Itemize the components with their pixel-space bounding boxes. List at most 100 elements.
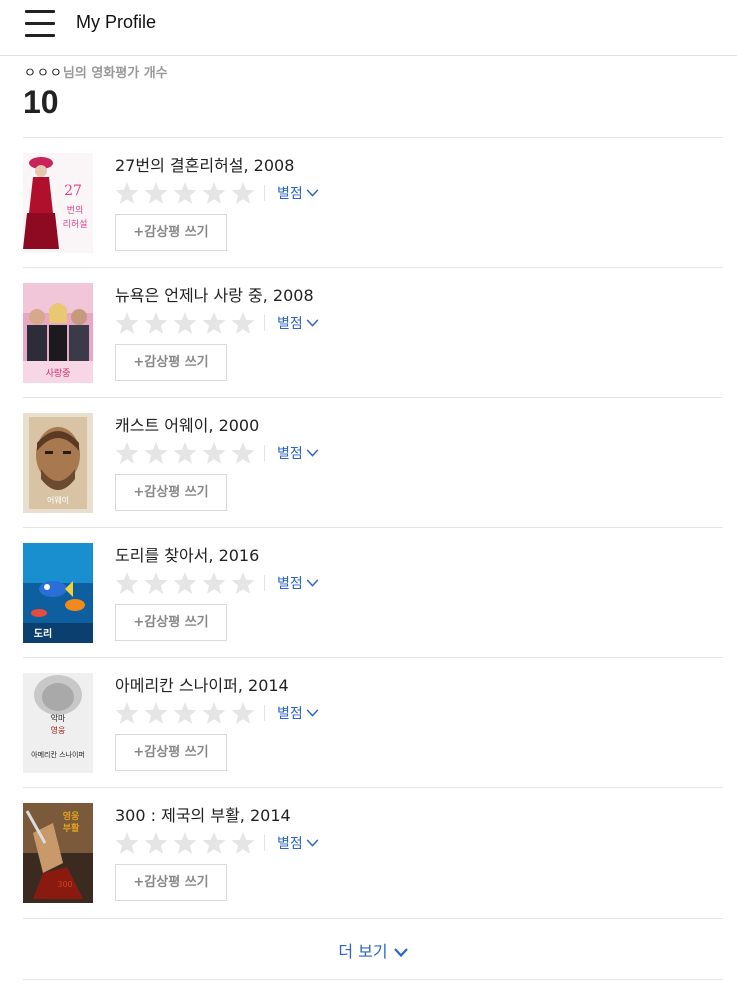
star-icon[interactable] [144, 702, 168, 724]
star-icon[interactable] [202, 702, 226, 724]
movie-poster[interactable]: 영웅 부활 300 [23, 803, 93, 903]
star-rating[interactable] [115, 831, 255, 855]
movie-title[interactable]: 캐스트 어웨이, 2000 [115, 412, 259, 436]
user-name: ㅇㅇㅇ [24, 66, 63, 81]
star-icon[interactable] [144, 312, 168, 334]
divider [264, 445, 265, 461]
menu-bar-line [25, 34, 55, 37]
star-icon[interactable] [231, 572, 255, 594]
write-review-button[interactable]: +감상평 쓰기 [115, 734, 227, 771]
chevron-down-icon [306, 835, 319, 851]
star-rating[interactable] [115, 701, 255, 725]
svg-text:번의: 번의 [67, 205, 84, 216]
star-icon[interactable] [173, 572, 197, 594]
star-icon[interactable] [115, 442, 139, 464]
movie-title[interactable]: 아메리칸 스나이퍼, 2014 [115, 672, 289, 696]
svg-text:영웅: 영웅 [63, 810, 80, 822]
movie-list: 27 번의 리허설 27번의 결혼리허설, 2008 별점 +감상평 쓰기 사랑… [23, 137, 723, 917]
movie-item: 영웅 부활 300 300 : 제국의 부활, 2014 별점 +감상평 쓰기 [23, 787, 723, 917]
hamburger-menu-icon[interactable] [25, 10, 57, 38]
star-icon[interactable] [115, 312, 139, 334]
load-more-button[interactable]: 더 보기 [338, 938, 408, 962]
rate-button[interactable]: 별점 [277, 443, 319, 463]
star-icon[interactable] [115, 572, 139, 594]
write-review-button[interactable]: +감상평 쓰기 [115, 604, 227, 641]
chevron-down-icon [306, 575, 319, 591]
svg-text:부활: 부활 [63, 822, 80, 834]
movie-title[interactable]: 27번의 결혼리허설, 2008 [115, 152, 294, 176]
write-review-button[interactable]: +감상평 쓰기 [115, 344, 227, 381]
star-rating[interactable] [115, 571, 255, 595]
star-icon[interactable] [231, 442, 255, 464]
write-review-button[interactable]: +감상평 쓰기 [115, 214, 227, 251]
star-icon[interactable] [202, 832, 226, 854]
rate-button-label: 별점 [277, 446, 303, 462]
divider [264, 575, 265, 591]
movie-item: 사랑중 뉴욕은 언제나 사랑 중, 2008 별점 +감상평 쓰기 [23, 267, 723, 397]
chevron-down-icon [306, 445, 319, 461]
rate-button[interactable]: 별점 [277, 833, 319, 853]
star-icon[interactable] [202, 182, 226, 204]
chevron-down-icon [306, 185, 319, 201]
rate-button[interactable]: 별점 [277, 703, 319, 723]
rate-button-label: 별점 [277, 186, 303, 202]
rate-button-label: 별점 [277, 706, 303, 722]
movie-item: 어웨이 캐스트 어웨이, 2000 별점 +감상평 쓰기 [23, 397, 723, 527]
star-icon[interactable] [231, 702, 255, 724]
star-icon[interactable] [173, 312, 197, 334]
star-icon[interactable] [231, 182, 255, 204]
rate-button[interactable]: 별점 [277, 313, 319, 333]
top-bar: My Profile [0, 0, 737, 56]
menu-bar-line [25, 22, 55, 25]
star-icon[interactable] [144, 182, 168, 204]
star-icon[interactable] [173, 442, 197, 464]
svg-text:어웨이: 어웨이 [47, 495, 69, 505]
star-icon[interactable] [115, 832, 139, 854]
menu-bar-line [25, 10, 55, 13]
star-icon[interactable] [173, 832, 197, 854]
chevron-down-icon [393, 942, 408, 961]
star-rating[interactable] [115, 181, 255, 205]
movie-item: 악마 영웅 아메리칸 스나이퍼 아메리칸 스나이퍼, 2014 별점 +감상평 … [23, 657, 723, 787]
load-more-row: 더 보기 [23, 918, 723, 980]
chevron-down-icon [306, 315, 319, 331]
star-rating[interactable] [115, 441, 255, 465]
star-icon[interactable] [144, 442, 168, 464]
rate-button-label: 별점 [277, 316, 303, 332]
rate-button[interactable]: 별점 [277, 183, 319, 203]
svg-text:사랑중: 사랑중 [46, 367, 71, 379]
divider [264, 315, 265, 331]
write-review-button[interactable]: +감상평 쓰기 [115, 474, 227, 511]
star-icon[interactable] [144, 832, 168, 854]
movie-title[interactable]: 300 : 제국의 부활, 2014 [115, 802, 291, 826]
star-rating[interactable] [115, 311, 255, 335]
movie-poster[interactable]: 사랑중 [23, 283, 93, 383]
star-icon[interactable] [173, 182, 197, 204]
write-review-button[interactable]: +감상평 쓰기 [115, 864, 227, 901]
movie-title[interactable]: 뉴욕은 언제나 사랑 중, 2008 [115, 282, 314, 306]
divider [264, 835, 265, 851]
star-icon[interactable] [231, 832, 255, 854]
star-icon[interactable] [202, 312, 226, 334]
load-more-label: 더 보기 [338, 942, 388, 961]
rating-count-label-text: 님의 영화평가 개수 [62, 66, 168, 81]
svg-text:27: 27 [64, 183, 82, 199]
svg-text:300: 300 [57, 880, 72, 889]
movie-poster[interactable]: 어웨이 [23, 413, 93, 513]
rate-button[interactable]: 별점 [277, 573, 319, 593]
star-icon[interactable] [231, 312, 255, 334]
movie-poster[interactable]: 도리 [23, 543, 93, 643]
star-icon[interactable] [115, 702, 139, 724]
star-icon[interactable] [144, 572, 168, 594]
star-icon[interactable] [202, 442, 226, 464]
page-title: My Profile [76, 12, 157, 32]
rate-button-label: 별점 [277, 836, 303, 852]
divider [264, 185, 265, 201]
star-icon[interactable] [115, 182, 139, 204]
star-icon[interactable] [173, 702, 197, 724]
svg-text:악마: 악마 [51, 713, 66, 723]
star-icon[interactable] [202, 572, 226, 594]
movie-poster[interactable]: 악마 영웅 아메리칸 스나이퍼 [23, 673, 93, 773]
movie-title[interactable]: 도리를 찾아서, 2016 [115, 542, 259, 566]
movie-poster[interactable]: 27 번의 리허설 [23, 153, 93, 253]
